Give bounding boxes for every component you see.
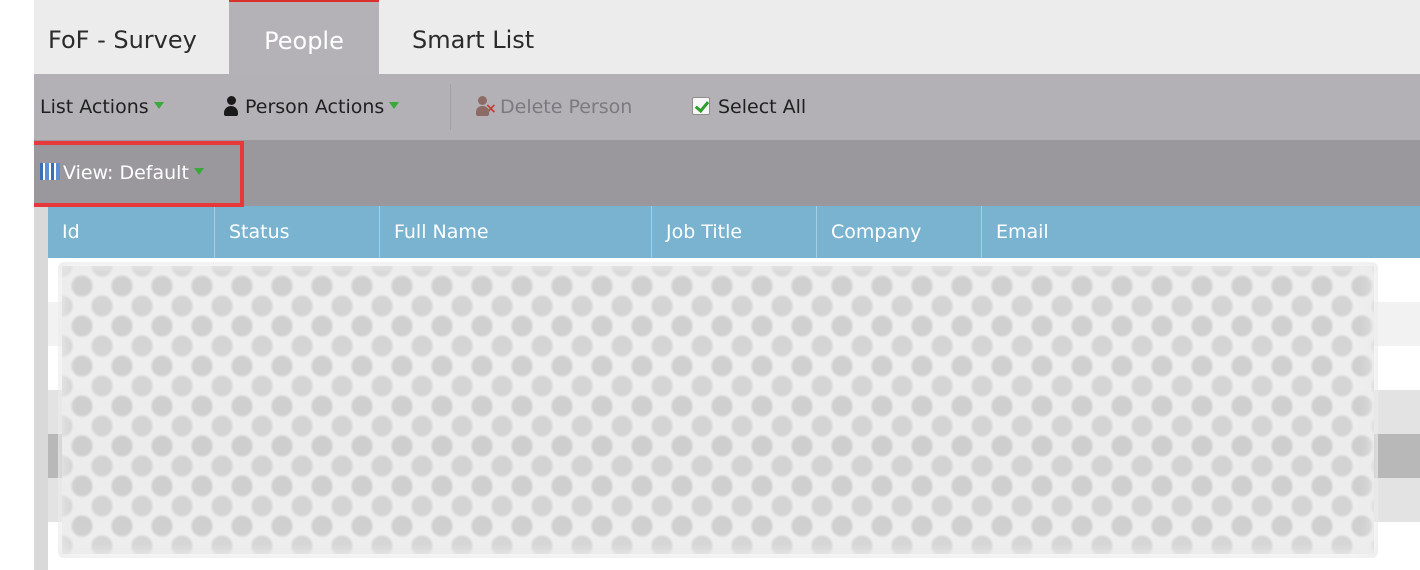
- select-all-label: Select All: [718, 96, 807, 118]
- column-header-job-title[interactable]: Job Title: [651, 206, 816, 258]
- delete-person-icon: ×: [476, 95, 497, 116]
- delete-person-label: Delete Person: [500, 96, 633, 118]
- person-actions-menu[interactable]: Person Actions: [224, 74, 400, 140]
- select-all-button[interactable]: Select All: [692, 74, 806, 140]
- checkbox-checked-icon: [692, 96, 710, 115]
- tab-people[interactable]: People: [229, 0, 379, 74]
- tab-fof-survey[interactable]: FoF - Survey: [48, 0, 197, 74]
- delete-person-button[interactable]: × Delete Person: [476, 74, 632, 140]
- person-actions-label: Person Actions: [245, 96, 385, 118]
- tab-smart-list[interactable]: Smart List: [412, 0, 534, 74]
- column-header-status[interactable]: Status: [214, 206, 379, 258]
- list-actions-menu[interactable]: List Actions: [40, 74, 164, 140]
- column-header-id[interactable]: Id: [48, 206, 214, 258]
- chevron-down-icon: [153, 102, 164, 109]
- grid-header: Id Status Full Name Job Title Company Em…: [48, 206, 1420, 258]
- column-header-full-name[interactable]: Full Name: [379, 206, 651, 258]
- person-icon: [224, 95, 238, 116]
- column-header-company[interactable]: Company: [816, 206, 981, 258]
- chevron-down-icon: [389, 102, 400, 109]
- column-header-email[interactable]: Email: [981, 206, 1420, 258]
- tab-bar: FoF - Survey People Smart List: [34, 0, 1420, 74]
- action-toolbar: List Actions Person Actions × Delete Pers…: [34, 74, 1420, 140]
- list-actions-label: List Actions: [40, 96, 149, 118]
- app-frame: FoF - Survey People Smart List List Acti…: [34, 0, 1420, 570]
- grid-left-gutter: [34, 206, 48, 570]
- toolbar-divider: [450, 84, 451, 130]
- redacted-rows-overlay: [62, 266, 1374, 554]
- view-selector-highlight: [34, 141, 244, 207]
